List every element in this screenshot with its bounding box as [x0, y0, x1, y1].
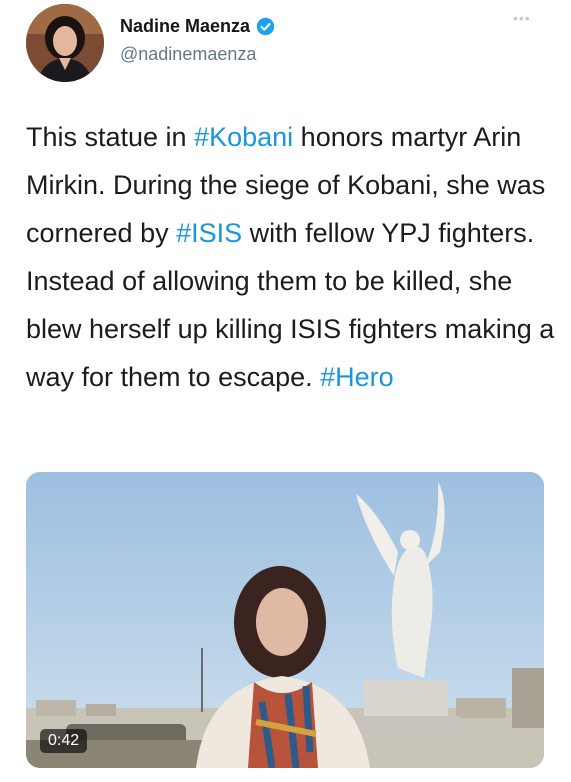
author-handle[interactable]: @nadinemaenza: [120, 44, 256, 65]
tweet-text-segment: This statue in: [26, 122, 195, 152]
avatar-photo: [26, 4, 104, 82]
verified-badge-icon: [256, 17, 275, 36]
tweet-text: This statue in #Kobani honors martyr Ari…: [26, 113, 556, 401]
video-thumbnail: [26, 472, 544, 768]
video-player[interactable]: 0:42: [26, 472, 544, 768]
video-duration: 0:42: [40, 729, 88, 753]
more-options-icon[interactable]: •••: [513, 10, 531, 26]
author-name[interactable]: Nadine Maenza: [120, 16, 250, 37]
author-name-row: Nadine Maenza: [120, 16, 275, 37]
hashtag-kobani[interactable]: #Kobani: [194, 122, 293, 152]
hashtag-hero[interactable]: #Hero: [320, 362, 394, 392]
hashtag-isis[interactable]: #ISIS: [176, 218, 242, 248]
author-avatar[interactable]: [26, 4, 104, 82]
